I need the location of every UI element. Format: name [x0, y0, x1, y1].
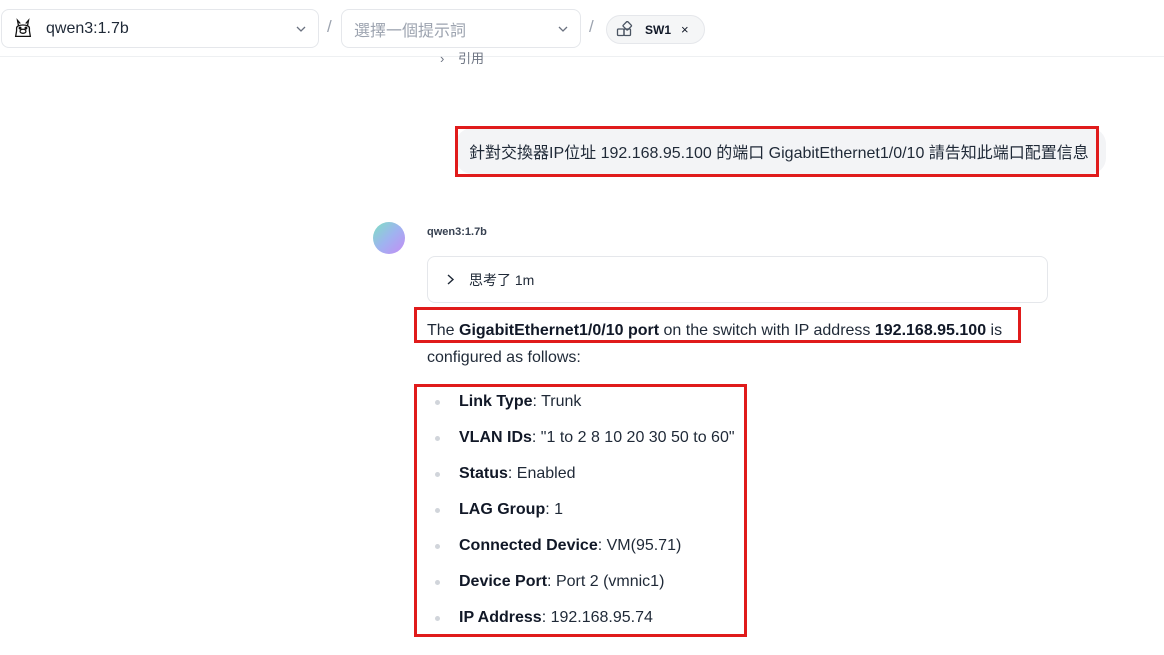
highlight-box	[455, 126, 1099, 177]
prompt-selector[interactable]: 選擇一個提示詞	[341, 9, 581, 48]
thinking-label: 思考了 1m	[469, 271, 535, 288]
chevron-right-icon	[447, 274, 455, 285]
breadcrumb-separator: /	[327, 17, 332, 36]
highlight-box	[414, 307, 1021, 343]
chevron-right-icon: ›	[440, 51, 445, 66]
highlight-box	[414, 384, 747, 637]
breadcrumb-separator: /	[589, 17, 594, 36]
partial-citation-label: 引用	[457, 51, 484, 66]
knowledge-tag-chip[interactable]: SW1 ×	[606, 15, 705, 44]
prompt-placeholder: 選擇一個提示詞	[354, 22, 467, 40]
assistant-avatar	[373, 222, 405, 254]
tag-label: SW1	[645, 22, 672, 37]
model-selector[interactable]: qwen3:1.7b	[1, 9, 319, 48]
chevron-down-icon	[296, 26, 306, 32]
chevron-down-icon	[558, 26, 568, 32]
model-label: qwen3:1.7b	[46, 19, 129, 37]
thinking-toggle[interactable]: 思考了 1m	[427, 256, 1048, 303]
top-bar: qwen3:1.7b / 選擇一個提示詞 / SW1 ×	[0, 0, 1164, 57]
grid-apps-icon	[616, 20, 633, 36]
assistant-name: qwen3:1.7b	[427, 226, 487, 238]
partial-citation[interactable]: › 引用	[440, 48, 484, 67]
ollama-llama-icon	[14, 17, 32, 37]
close-icon[interactable]: ×	[681, 23, 689, 36]
